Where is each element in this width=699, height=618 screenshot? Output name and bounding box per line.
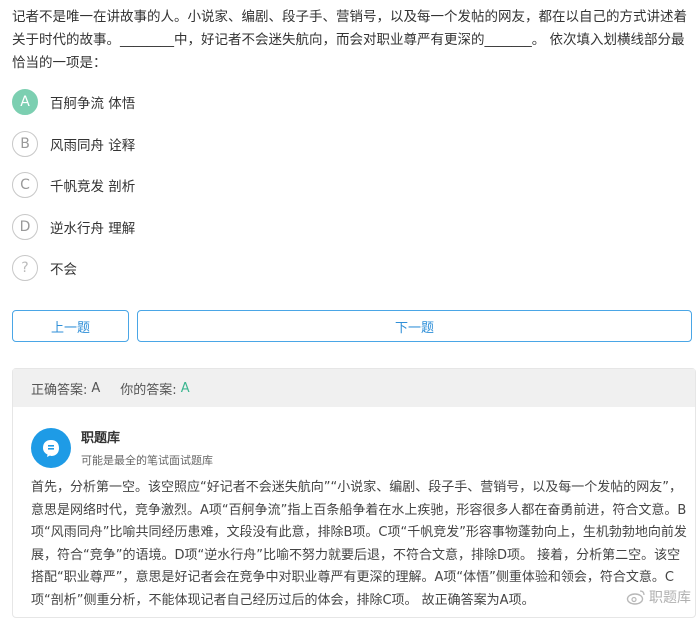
option-b-marker: B xyxy=(12,130,38,157)
option-unknown-label: 不会 xyxy=(50,262,77,278)
correct-answer-value: A xyxy=(91,380,101,396)
option-unknown[interactable]: ? 不会 xyxy=(12,253,135,283)
weibo-icon xyxy=(626,590,645,605)
options-list: A 百舸争流 体悟 B 风雨同舟 诠释 C 千帆竞发 剖析 D 逆水行舟 理解 … xyxy=(12,87,135,295)
option-a-marker: A xyxy=(12,89,38,115)
correct-answer-label: 正确答案: xyxy=(31,382,88,398)
source-logo-icon xyxy=(31,427,71,468)
source-description: 可能是最全的笔试面试题库 xyxy=(81,454,213,467)
option-b[interactable]: B 风雨同舟 诠释 xyxy=(12,129,135,159)
answer-header: 正确答案: A 你的答案: A xyxy=(13,369,695,407)
my-answer-label: 你的答案: xyxy=(120,382,177,398)
option-c-label: 千帆竞发 剖析 xyxy=(50,179,136,195)
source-info: 职题库 可能是最全的笔试面试题库 xyxy=(31,427,213,468)
my-answer-value: A xyxy=(180,380,190,396)
option-d[interactable]: D 逆水行舟 理解 xyxy=(12,212,135,242)
source-name: 职题库 xyxy=(81,431,121,446)
option-a[interactable]: A 百舸争流 体悟 xyxy=(12,87,135,117)
answer-panel: 正确答案: A 你的答案: A 职题库 可能是最全的笔试面试题库 首先，分析第一… xyxy=(12,368,696,618)
option-b-label: 风雨同舟 诠释 xyxy=(50,137,136,154)
option-a-label: 百舸争流 体悟 xyxy=(50,96,136,112)
next-question-button[interactable]: 下一题 xyxy=(137,310,692,342)
option-c-marker: C xyxy=(12,172,38,198)
option-unknown-marker: ? xyxy=(12,255,38,281)
watermark-text: 职题库 xyxy=(649,590,691,606)
watermark: 职题库 xyxy=(626,587,691,607)
prev-question-button[interactable]: 上一题 xyxy=(12,310,129,342)
option-c[interactable]: C 千帆竞发 剖析 xyxy=(12,170,135,200)
option-d-label: 逆水行舟 理解 xyxy=(50,220,136,237)
explanation-text: 首先，分析第一空。该空照应“好记者不会迷失航向”“小说家、编剧、段子手、营销号，… xyxy=(31,480,687,608)
question-text: 记者不是唯一在讲故事的人。小说家、编剧、段子手、营销号，以及每一个发帖的网友，都… xyxy=(12,9,687,71)
option-d-marker: D xyxy=(12,213,38,240)
